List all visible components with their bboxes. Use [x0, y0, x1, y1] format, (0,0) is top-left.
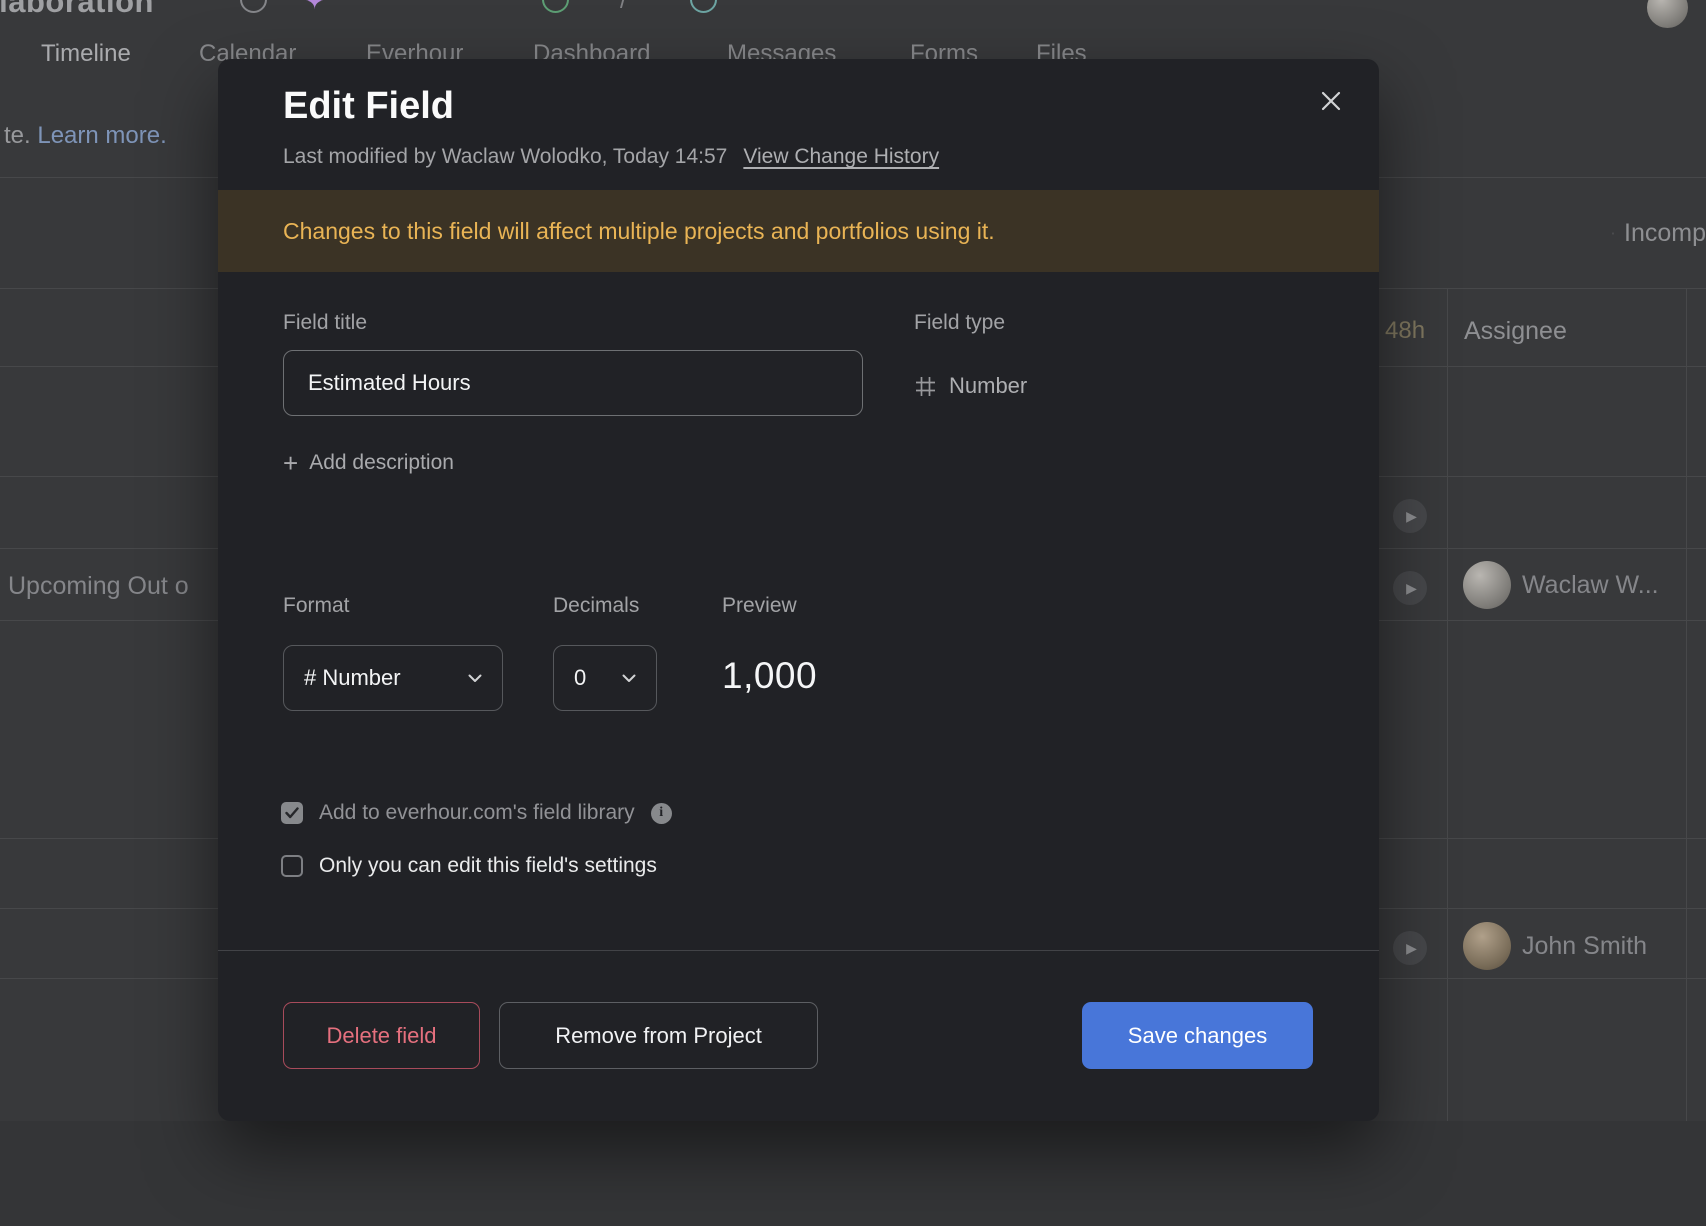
notice-text: te. Learn more. [4, 122, 167, 150]
private-checkbox-row: Only you can edit this field's settings [281, 854, 657, 878]
remove-from-project-button[interactable]: Remove from Project [499, 1002, 818, 1069]
page-bottom-area [0, 1121, 1706, 1226]
close-icon [1319, 89, 1343, 113]
assignee-name[interactable]: Waclaw W... [1522, 571, 1659, 600]
warning-banner: Changes to this field will affect multip… [218, 190, 1379, 272]
assignee-name[interactable]: John Smith [1522, 932, 1647, 961]
private-checkbox[interactable] [281, 855, 303, 877]
tab-timeline[interactable]: Timeline [41, 40, 131, 68]
format-label: Format [283, 594, 350, 618]
field-title-label: Field title [283, 311, 367, 335]
chevron-down-icon [468, 674, 482, 683]
format-value: # Number [304, 665, 401, 691]
play-icon: ▶ [1406, 508, 1417, 525]
workspace-title: llaboration [0, 0, 154, 20]
check-circle-icon [1612, 221, 1614, 246]
decimals-label: Decimals [553, 594, 639, 618]
grid-line [1447, 288, 1448, 1121]
modal-title: Edit Field [283, 85, 454, 128]
assignee-column-header[interactable]: Assignee [1464, 317, 1567, 346]
private-checkbox-label: Only you can edit this field's settings [319, 854, 657, 878]
preview-label: Preview [722, 594, 797, 618]
play-icon: ▶ [1406, 940, 1417, 957]
slash-icon: / [620, 0, 627, 15]
hours-header-fragment: 48h [1385, 317, 1425, 345]
format-select[interactable]: # Number [283, 645, 503, 711]
notice-prefix: te. [4, 122, 31, 149]
edit-field-modal: Edit Field Last modified by Waclaw Wolod… [218, 59, 1379, 1121]
chevron-down-icon [622, 674, 636, 683]
footer-divider [218, 950, 1379, 951]
play-timer-button[interactable]: ▶ [1393, 931, 1427, 965]
add-description-button[interactable]: + Add description [283, 451, 454, 475]
status-circle-icon [240, 0, 267, 13]
assignee-avatar [1463, 561, 1511, 609]
incomplete-filter[interactable]: Incomp [1612, 219, 1706, 248]
save-changes-button[interactable]: Save changes [1082, 1002, 1313, 1069]
assignee-avatar [1463, 922, 1511, 970]
decimals-value: 0 [574, 665, 586, 691]
add-description-label: Add description [309, 451, 454, 475]
online-circle-icon [542, 0, 569, 13]
field-type-text: Number [949, 373, 1027, 399]
library-checkbox[interactable] [281, 802, 303, 824]
incomplete-filter-label: Incomp [1624, 219, 1706, 248]
info-icon[interactable]: i [651, 803, 672, 824]
library-checkbox-label: Add to everhour.com's field library [319, 801, 635, 825]
play-timer-button[interactable]: ▶ [1393, 499, 1427, 533]
view-change-history-link[interactable]: View Change History [743, 145, 939, 169]
delete-field-button[interactable]: Delete field [283, 1002, 480, 1069]
plus-icon: + [283, 453, 298, 474]
close-button[interactable] [1311, 81, 1351, 121]
library-checkbox-row: Add to everhour.com's field library i [281, 801, 672, 825]
play-icon: ▶ [1406, 580, 1417, 597]
section-row-label: Upcoming Out o [8, 572, 189, 601]
field-type-label: Field type [914, 311, 1005, 335]
decimals-select[interactable]: 0 [553, 645, 657, 711]
user-avatar[interactable] [1647, 0, 1688, 28]
modal-subtitle-row: Last modified by Waclaw Wolodko, Today 1… [283, 145, 939, 169]
last-modified-text: Last modified by Waclaw Wolodko, Today 1… [283, 145, 727, 169]
check-icon [285, 807, 299, 819]
field-title-input[interactable] [283, 350, 863, 416]
learn-more-link[interactable]: Learn more. [37, 122, 166, 149]
play-timer-button[interactable]: ▶ [1393, 571, 1427, 605]
hash-icon [914, 375, 937, 398]
preview-value: 1,000 [722, 645, 817, 711]
field-type-value: Number [914, 373, 1027, 399]
sparkle-icon: ✦ [305, 0, 324, 15]
grid-line [1686, 288, 1687, 1121]
timer-circle-icon [690, 0, 717, 13]
